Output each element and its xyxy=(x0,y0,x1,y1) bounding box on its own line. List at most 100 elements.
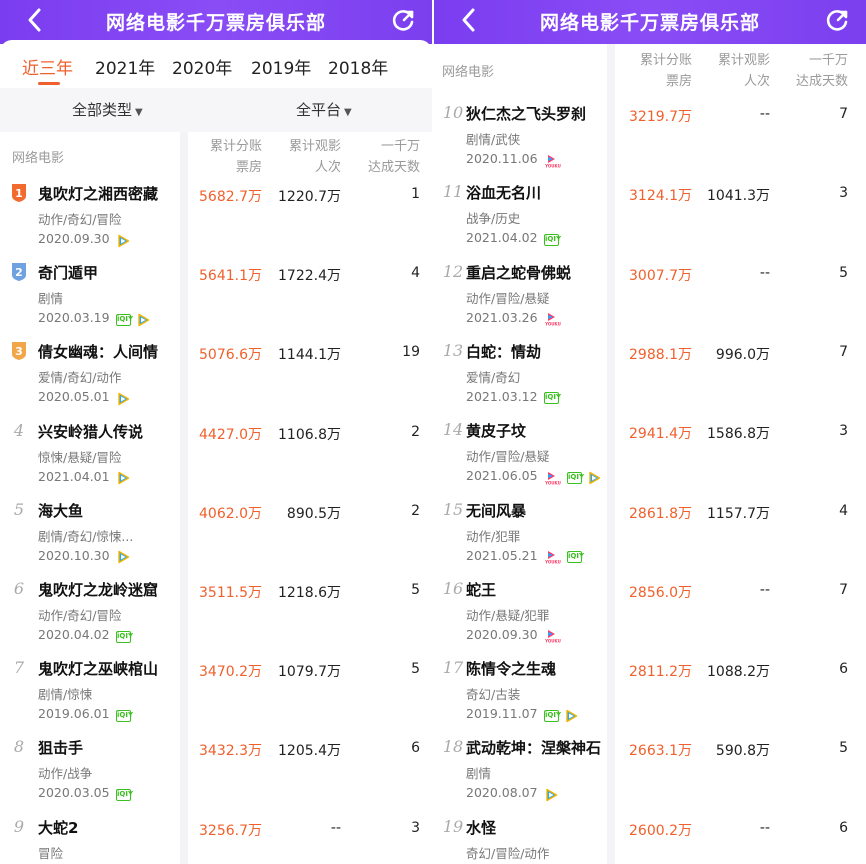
table-row[interactable]: 16 蛇王 动作/悬疑/犯罪 2020.09.30 YOUKU 2856.0万 -- 7 xyxy=(434,574,866,653)
column-header-box-office[interactable]: 累计分账 票房 xyxy=(640,50,692,92)
box-office-value: 3007.7万 xyxy=(629,267,692,284)
movie-genre: 动作/悬疑/犯罪 xyxy=(466,607,550,623)
movie-title[interactable]: 倩女幽魂：人间情 xyxy=(38,341,158,362)
tab-2021[interactable]: 2021年 xyxy=(95,54,155,79)
release-date: 2021.03.12 xyxy=(466,388,538,404)
caret-down-icon: ▼ xyxy=(135,107,143,118)
table-row[interactable]: 33倩女幽魂：人间情爱情/奇幻/动作2020.05.015076.6万1144.… xyxy=(0,336,432,415)
rank-badge-icon: 3 xyxy=(12,342,26,361)
movie-title[interactable]: 狄仁杰之飞头罗刹 xyxy=(466,103,586,124)
column-header-days[interactable]: 一千万 达成天数 xyxy=(796,50,848,92)
movie-title[interactable]: 鬼吹灯之巫峡棺山 xyxy=(38,658,158,679)
movie-title[interactable]: 陈情令之生魂 xyxy=(466,658,556,679)
refresh-share-icon[interactable] xyxy=(824,8,850,34)
views-value: 1079.7万 xyxy=(278,664,341,681)
platform-icons xyxy=(544,784,563,802)
rank-number: 5 xyxy=(13,499,25,519)
youku-logo-icon: YOUKU xyxy=(544,471,561,485)
movie-title[interactable]: 浴血无名川 xyxy=(466,182,541,203)
views-value: 1157.7万 xyxy=(707,505,770,522)
table-row[interactable]: 1 1 鬼吹灯之湘西密藏动作/奇幻/冒险 2020.09.30 5682.7万 1220.… xyxy=(0,178,432,257)
table-row[interactable]: 17 陈情令之生魂 奇幻/古装 2019.11.07 iQIY 2811.2万 1088.2… xyxy=(434,653,866,732)
movie-genre: 剧情/惊悚 xyxy=(38,687,93,703)
movie-genre: 剧情 xyxy=(466,766,492,782)
column-header-views[interactable]: 累计观影 人次 xyxy=(718,50,770,92)
table-row[interactable]: 10 狄仁杰之飞头罗刹 剧情/武侠 2020.11.06 YOUKU 3219.7万 -- 7 xyxy=(434,98,866,177)
table-row[interactable]: 15 无间风暴 动作/犯罪 2021.05.21 YOUKU iQIY 2861.8万 115… xyxy=(434,495,866,574)
table-row[interactable]: 5 海大鱼 剧情/奇幻/惊悚... 2020.10.30 4062.0万 890.5万 2 xyxy=(0,495,432,574)
movie-title[interactable]: 重启之蛇骨佛蜕 xyxy=(466,262,571,283)
table-row[interactable]: 12 重启之蛇骨佛蜕 动作/冒险/悬疑 2021.03.26 YOUKU 3007.7万 -… xyxy=(434,257,866,336)
column-header-days[interactable]: 一千万 达成天数 xyxy=(368,136,420,178)
release-date: 2020.03.19 xyxy=(38,310,110,326)
page-title: 网络电影千万票房俱乐部 xyxy=(105,12,326,34)
table-row[interactable]: 9 大蛇2 冒险 3256.7万 -- 3 xyxy=(0,812,432,864)
movie-title[interactable]: 白蛇：情劫 xyxy=(466,341,541,362)
table-row[interactable]: 7 鬼吹灯之巫峡棺山 剧情/惊悚 2019.06.01 iQIY 3470.2万 1079.… xyxy=(0,653,432,732)
tab-2020[interactable]: 2020年 xyxy=(172,54,232,79)
table-row[interactable]: 19 水怪 奇幻/冒险/动作 2600.2万 -- 6 xyxy=(434,812,866,864)
table-row[interactable]: 14 黄皮子坟 动作/冒险/悬疑 2021.06.05 YOUKU iQIY 2941.4万… xyxy=(434,415,866,494)
rank-number: 18 xyxy=(442,737,464,757)
movie-genre: 奇幻/冒险/动作 xyxy=(466,845,550,861)
movie-title[interactable]: 水怪 xyxy=(466,817,496,838)
table-row[interactable]: 4 兴安岭猎人传说 惊悚/悬疑/冒险 2021.04.01 4427.0万 1106.8万… xyxy=(0,416,432,495)
rank-number: 4 xyxy=(13,420,25,440)
column-header-views-line2: 人次 xyxy=(314,160,341,175)
svg-text:YOUKU: YOUKU xyxy=(544,322,561,327)
views-value: 890.5万 xyxy=(286,505,341,522)
tencent-video-logo-icon xyxy=(118,392,130,406)
table-row[interactable]: 18 武动乾坤：涅槃神石 剧情 2020.08.07 2663.1万 590.8万 5 xyxy=(434,732,866,811)
movie-title[interactable]: 无间风暴 xyxy=(466,500,526,521)
movie-title[interactable]: 大蛇2 xyxy=(38,817,78,838)
movie-title[interactable]: 奇门遁甲 xyxy=(38,262,98,283)
platform-icons: iQIY xyxy=(116,784,136,801)
svg-text:1: 1 xyxy=(15,187,23,200)
tab-2019[interactable]: 2019年 xyxy=(251,54,311,79)
release-date: 2020.04.02 xyxy=(38,627,110,642)
column-header-views[interactable]: 累计观影 人次 xyxy=(289,136,341,178)
table-row[interactable]: 11 浴血无名川 战争/历史 2021.04.02 iQIY 3124.1万 1041.3万… xyxy=(434,177,866,256)
movie-title[interactable]: 海大鱼 xyxy=(38,500,83,521)
column-header-days-line1: 一千万 xyxy=(380,139,420,154)
views-value: 1218.6万 xyxy=(278,585,341,601)
youku-logo-icon: YOUKU xyxy=(544,551,561,564)
platform-filter-label: 全平台 xyxy=(296,101,342,119)
movie-title[interactable]: 鬼吹灯之湘西密藏 xyxy=(38,183,158,204)
refresh-share-icon[interactable] xyxy=(390,8,416,34)
movie-title[interactable]: 武动乾坤：涅槃神石 xyxy=(466,737,601,758)
table-row[interactable]: 22奇门遁甲剧情2020.03.19iQIY5641.1万1722.4万4 xyxy=(0,257,432,336)
content-sheet: 近三年 2021年 2020年 2019年 2018年 全部类型 ▼ 全平台 ▼ 网… xyxy=(0,40,432,864)
rank-badge-icon: 1 xyxy=(12,184,26,202)
platform-filter-dropdown[interactable]: 全平台 ▼ xyxy=(296,99,352,120)
rank-number: 12 xyxy=(442,261,464,281)
movie-title[interactable]: 兴安岭猎人传说 xyxy=(38,421,143,442)
table-row[interactable]: 8 狙击手 动作/战争 2020.03.05 iQIY 3432.3万 1205.4万 6 xyxy=(0,732,432,811)
days-to-10m-value: 3 xyxy=(839,423,848,440)
movie-title[interactable]: 黄皮子坟 xyxy=(466,420,526,441)
column-header-box-office[interactable]: 累计分账 票房 xyxy=(210,136,262,178)
movie-genre: 惊悚/悬疑/冒险 xyxy=(38,449,122,465)
movie-title[interactable]: 鬼吹灯之龙岭迷窟 xyxy=(38,579,158,600)
platform-icons: YOUKU iQIY xyxy=(544,547,587,564)
box-office-value: 4062.0万 xyxy=(199,505,262,522)
type-filter-dropdown[interactable]: 全部类型 ▼ xyxy=(72,99,143,120)
release-date: 2021.05.21 xyxy=(466,547,538,563)
table-row[interactable]: 13 白蛇：情劫 爱情/奇幻 2021.03.12 iQIY 2988.1万 996.0万 7 xyxy=(434,336,866,415)
table-row[interactable]: 6 鬼吹灯之龙岭迷窟 动作/奇幻/冒险 2020.04.02 iQIY 3511.5万 12… xyxy=(0,574,432,653)
youku-logo-icon: YOUKU xyxy=(544,313,561,327)
views-value: 1586.8万 xyxy=(707,426,770,443)
youku-logo-icon: YOUKU xyxy=(544,154,561,168)
release-date: 2020.03.05 xyxy=(38,785,110,801)
platform-icons: YOUKU iQIY xyxy=(544,467,606,485)
tab-2018[interactable]: 2018年 xyxy=(328,54,388,79)
days-to-10m-value: 5 xyxy=(411,661,420,678)
column-header-box-line2: 票房 xyxy=(235,160,262,175)
movie-title[interactable]: 蛇王 xyxy=(466,579,496,600)
tab-recent-three-years[interactable]: 近三年 xyxy=(22,54,73,79)
movie-title[interactable]: 狙击手 xyxy=(38,737,83,758)
release-date: 2020.05.01 xyxy=(38,389,110,405)
views-value: 1088.2万 xyxy=(707,664,770,681)
tencent-video-logo-icon xyxy=(118,551,130,564)
rank-number: 19 xyxy=(442,816,464,836)
